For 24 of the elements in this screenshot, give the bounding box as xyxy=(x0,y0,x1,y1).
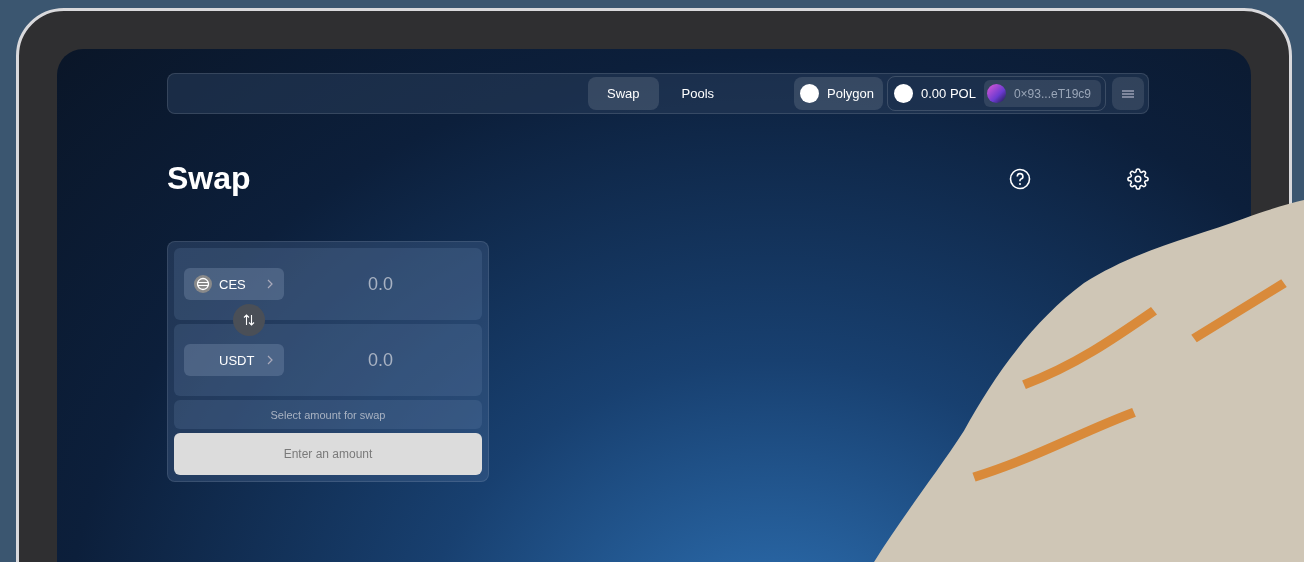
settings-button[interactable] xyxy=(1127,167,1149,190)
menu-button[interactable] xyxy=(1112,77,1144,110)
chevron-icon xyxy=(266,355,274,365)
token-select-button[interactable]: CES xyxy=(184,268,284,300)
nav-tab[interactable]: Swap xyxy=(588,77,659,110)
help-button[interactable] xyxy=(1009,167,1031,190)
nav-tab[interactable]: Pools xyxy=(662,77,734,110)
chevron-icon xyxy=(266,279,274,289)
address-button[interactable]: 0×93...eT19c9 xyxy=(983,80,1101,107)
help-icon xyxy=(1009,167,1031,190)
amount-value: 0.0 xyxy=(368,349,394,371)
token-logo-icon xyxy=(894,84,913,103)
token-logo-icon xyxy=(194,275,212,293)
settings-icon xyxy=(1127,167,1149,190)
network-logo-icon xyxy=(800,84,819,103)
page-title: Swap xyxy=(167,160,252,197)
swap-direction-button[interactable] xyxy=(233,304,265,336)
menu-icon xyxy=(1122,89,1134,98)
token-select-button[interactable]: USDT xyxy=(184,344,284,376)
swap-arrows-icon xyxy=(243,314,255,326)
hint-text: Select amount for swap xyxy=(174,400,482,429)
balance-text: 0.00 POL xyxy=(921,86,976,101)
network-button[interactable]: Polygon xyxy=(794,77,883,110)
amount-value: 0.0 xyxy=(368,273,394,295)
